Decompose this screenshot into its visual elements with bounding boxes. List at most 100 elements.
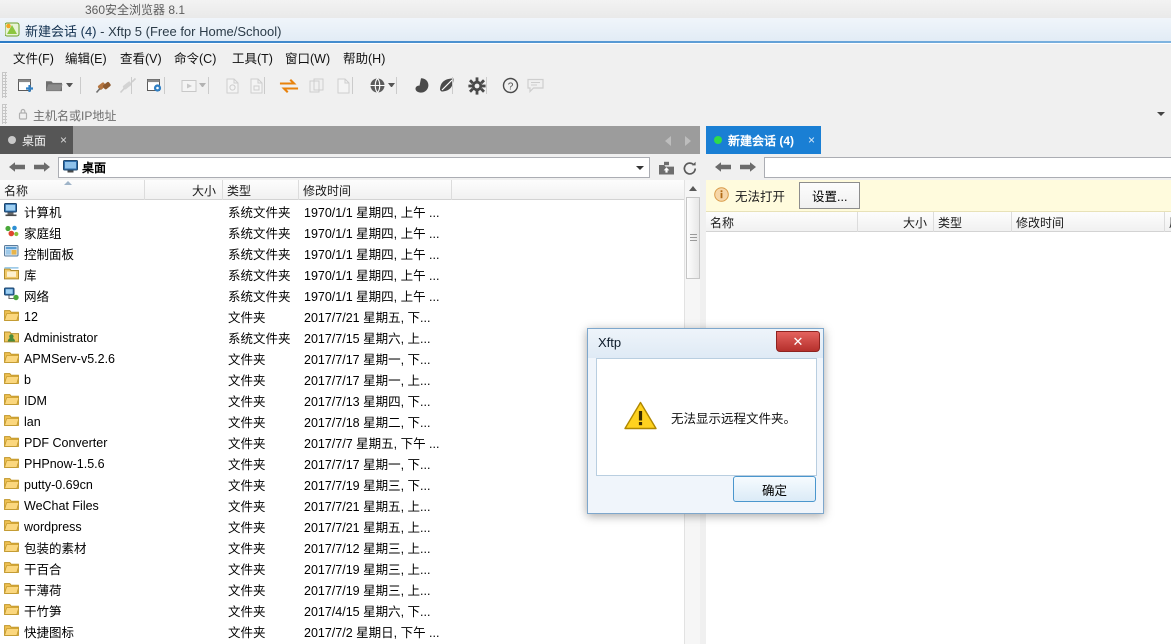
column-header-type[interactable]: 类型: [223, 180, 299, 200]
file-name-text: PDF Converter: [24, 435, 108, 450]
menu-tools[interactable]: 工具(T): [230, 48, 275, 66]
menu-command[interactable]: 命令(C): [172, 48, 218, 66]
table-row[interactable]: 库 系统文件夹 1970/1/1 星期四, 上午 ...: [0, 264, 684, 285]
tab-status-dot: [8, 136, 16, 144]
up-folder-button[interactable]: [655, 158, 677, 178]
column-header-modified[interactable]: 修改时间: [299, 180, 452, 200]
menu-view[interactable]: 查看(V): [118, 48, 164, 66]
file-type-cell: 文件夹: [228, 437, 266, 451]
toolbar-separator: [164, 77, 165, 94]
folder-icon: [4, 602, 20, 619]
table-row[interactable]: b 文件夹 2017/7/17 星期一, 上...: [0, 369, 684, 390]
close-icon[interactable]: ×: [808, 134, 815, 146]
file-name-text: 快捷图标: [24, 626, 75, 640]
file-name-text: 干薄荷: [24, 584, 62, 598]
table-row[interactable]: 计算机 系统文件夹 1970/1/1 星期四, 上午 ...: [0, 201, 684, 222]
host-input[interactable]: 主机名或IP地址: [33, 107, 116, 124]
help-icon[interactable]: ?: [498, 74, 522, 97]
file-modified-cell: 1970/1/1 星期四, 上午 ...: [304, 290, 440, 304]
column-header-type[interactable]: 类型: [934, 212, 1012, 232]
table-row[interactable]: IDM 文件夹 2017/7/13 星期四, 下...: [0, 390, 684, 411]
scrollbar-thumb[interactable]: [686, 197, 700, 279]
table-row[interactable]: 干竹笋 文件夹 2017/4/15 星期六, 下...: [0, 600, 684, 621]
table-row[interactable]: lan 文件夹 2017/7/18 星期二, 下...: [0, 411, 684, 432]
file-modified-cell: 2017/7/19 星期三, 下...: [304, 479, 431, 493]
local-tabstrip: 桌面 ×: [0, 126, 700, 154]
column-header-attributes[interactable]: 属: [1165, 212, 1171, 232]
column-header-extra[interactable]: [452, 180, 684, 200]
table-row[interactable]: WeChat Files 文件夹 2017/7/21 星期五, 上...: [0, 495, 684, 516]
table-row[interactable]: APMServ-v5.2.6 文件夹 2017/7/17 星期一, 下...: [0, 348, 684, 369]
table-row[interactable]: 包装的素材 文件夹 2017/7/12 星期三, 上...: [0, 537, 684, 558]
menu-edit[interactable]: 编辑(E): [63, 48, 109, 66]
table-row[interactable]: 控制面板 系统文件夹 1970/1/1 星期四, 上午 ...: [0, 243, 684, 264]
menu-help[interactable]: 帮助(H): [341, 48, 387, 66]
menu-window[interactable]: 窗口(W): [283, 48, 332, 66]
file-modified-cell: 2017/7/15 星期六, 上...: [304, 332, 431, 346]
new-session-icon[interactable]: [14, 74, 38, 97]
file-name-cell: 网络: [4, 285, 143, 306]
table-row[interactable]: wordpress 文件夹 2017/7/21 星期五, 上...: [0, 516, 684, 537]
file-modified-cell: 2017/7/21 星期五, 下...: [304, 311, 431, 325]
table-row[interactable]: Administrator 系统文件夹 2017/7/15 星期六, 上...: [0, 327, 684, 348]
local-path-input[interactable]: 桌面: [58, 157, 650, 178]
xftp-window: 360安全浏览器 8.1 新建会话 (4) - Xftp 5 (Free for…: [0, 0, 1171, 644]
table-row[interactable]: 干百合 文件夹 2017/7/19 星期三, 上...: [0, 558, 684, 579]
globe-dropdown-arrow[interactable]: [388, 83, 395, 88]
table-row[interactable]: 快捷图标 文件夹 2017/7/2 星期日, 下午 ...: [0, 621, 684, 642]
ok-button[interactable]: 确定: [733, 476, 816, 502]
file-modified-cell: 2017/7/17 星期一, 下...: [304, 458, 431, 472]
refresh-button[interactable]: [679, 158, 701, 178]
file-size-cell: [145, 453, 215, 474]
file-type-cell: 文件夹: [228, 605, 266, 619]
table-row[interactable]: PDF Converter 文件夹 2017/7/7 星期五, 下午 ...: [0, 432, 684, 453]
forward-arrow-icon[interactable]: [33, 160, 51, 174]
hostbar-grip[interactable]: [2, 104, 7, 124]
settings-button[interactable]: 设置...: [799, 182, 861, 209]
close-icon[interactable]: ×: [60, 134, 67, 146]
user-folder-icon: [4, 329, 19, 346]
table-row[interactable]: 网络 系统文件夹 1970/1/1 星期四, 上午 ...: [0, 285, 684, 306]
file-size-cell: [145, 327, 215, 348]
back-arrow-icon[interactable]: [8, 160, 26, 174]
local-file-list[interactable]: 计算机 系统文件夹 1970/1/1 星期四, 上午 ... 家庭组 系统文件夹 1970…: [0, 201, 684, 644]
file-name-text: 网络: [24, 290, 50, 304]
file-type-cell: 文件夹: [228, 416, 266, 430]
column-header-modified[interactable]: 修改时间: [1012, 212, 1165, 232]
xftp-link-icon[interactable]: [435, 74, 459, 97]
tab-prev-arrow[interactable]: [662, 134, 674, 146]
menu-file[interactable]: 文件(F): [11, 48, 56, 66]
file-size-cell: [145, 285, 215, 306]
host-dropdown-arrow[interactable]: [1157, 112, 1165, 117]
column-header-name[interactable]: 名称: [706, 212, 858, 232]
file-modified-cell: 2017/7/17 星期一, 下...: [304, 353, 431, 367]
chevron-down-icon[interactable]: [636, 166, 644, 170]
table-row[interactable]: 12 文件夹 2017/7/21 星期五, 下...: [0, 306, 684, 327]
forward-arrow-icon[interactable]: [739, 160, 757, 174]
open-folder-icon[interactable]: [42, 74, 66, 97]
sync-browsing-icon[interactable]: [277, 74, 301, 97]
toolbar-grip[interactable]: [2, 72, 7, 98]
close-icon[interactable]: ✕: [776, 331, 820, 352]
folder-icon: [4, 497, 20, 514]
column-header-size[interactable]: 大小: [145, 180, 223, 200]
xftp-app-icon: [4, 22, 20, 37]
back-arrow-icon[interactable]: [714, 160, 732, 174]
tab-new-session[interactable]: 新建会话 (4) ×: [706, 126, 822, 154]
table-row[interactable]: PHPnow-1.5.6 文件夹 2017/7/17 星期一, 下...: [0, 453, 684, 474]
tab-next-arrow[interactable]: [682, 134, 694, 146]
remote-path-input[interactable]: [764, 157, 1171, 178]
table-row[interactable]: 干薄荷 文件夹 2017/7/19 星期三, 上...: [0, 579, 684, 600]
scroll-up-button[interactable]: [685, 180, 701, 196]
column-header-size[interactable]: 大小: [858, 212, 934, 232]
table-row[interactable]: 家庭组 系统文件夹 1970/1/1 星期四, 上午 ...: [0, 222, 684, 243]
connect-icon[interactable]: [92, 74, 116, 97]
globe-icon[interactable]: [365, 74, 389, 97]
xshell-icon[interactable]: [409, 74, 433, 97]
tab-desktop[interactable]: 桌面 ×: [0, 126, 74, 154]
table-row[interactable]: putty-0.69cn 文件夹 2017/7/19 星期三, 下...: [0, 474, 684, 495]
dialog-footer: 确定: [596, 476, 817, 507]
column-header-name[interactable]: 名称: [0, 180, 145, 200]
open-folder-dropdown-arrow[interactable]: [66, 83, 73, 88]
file-modified-cell: 2017/7/21 星期五, 上...: [304, 500, 431, 514]
